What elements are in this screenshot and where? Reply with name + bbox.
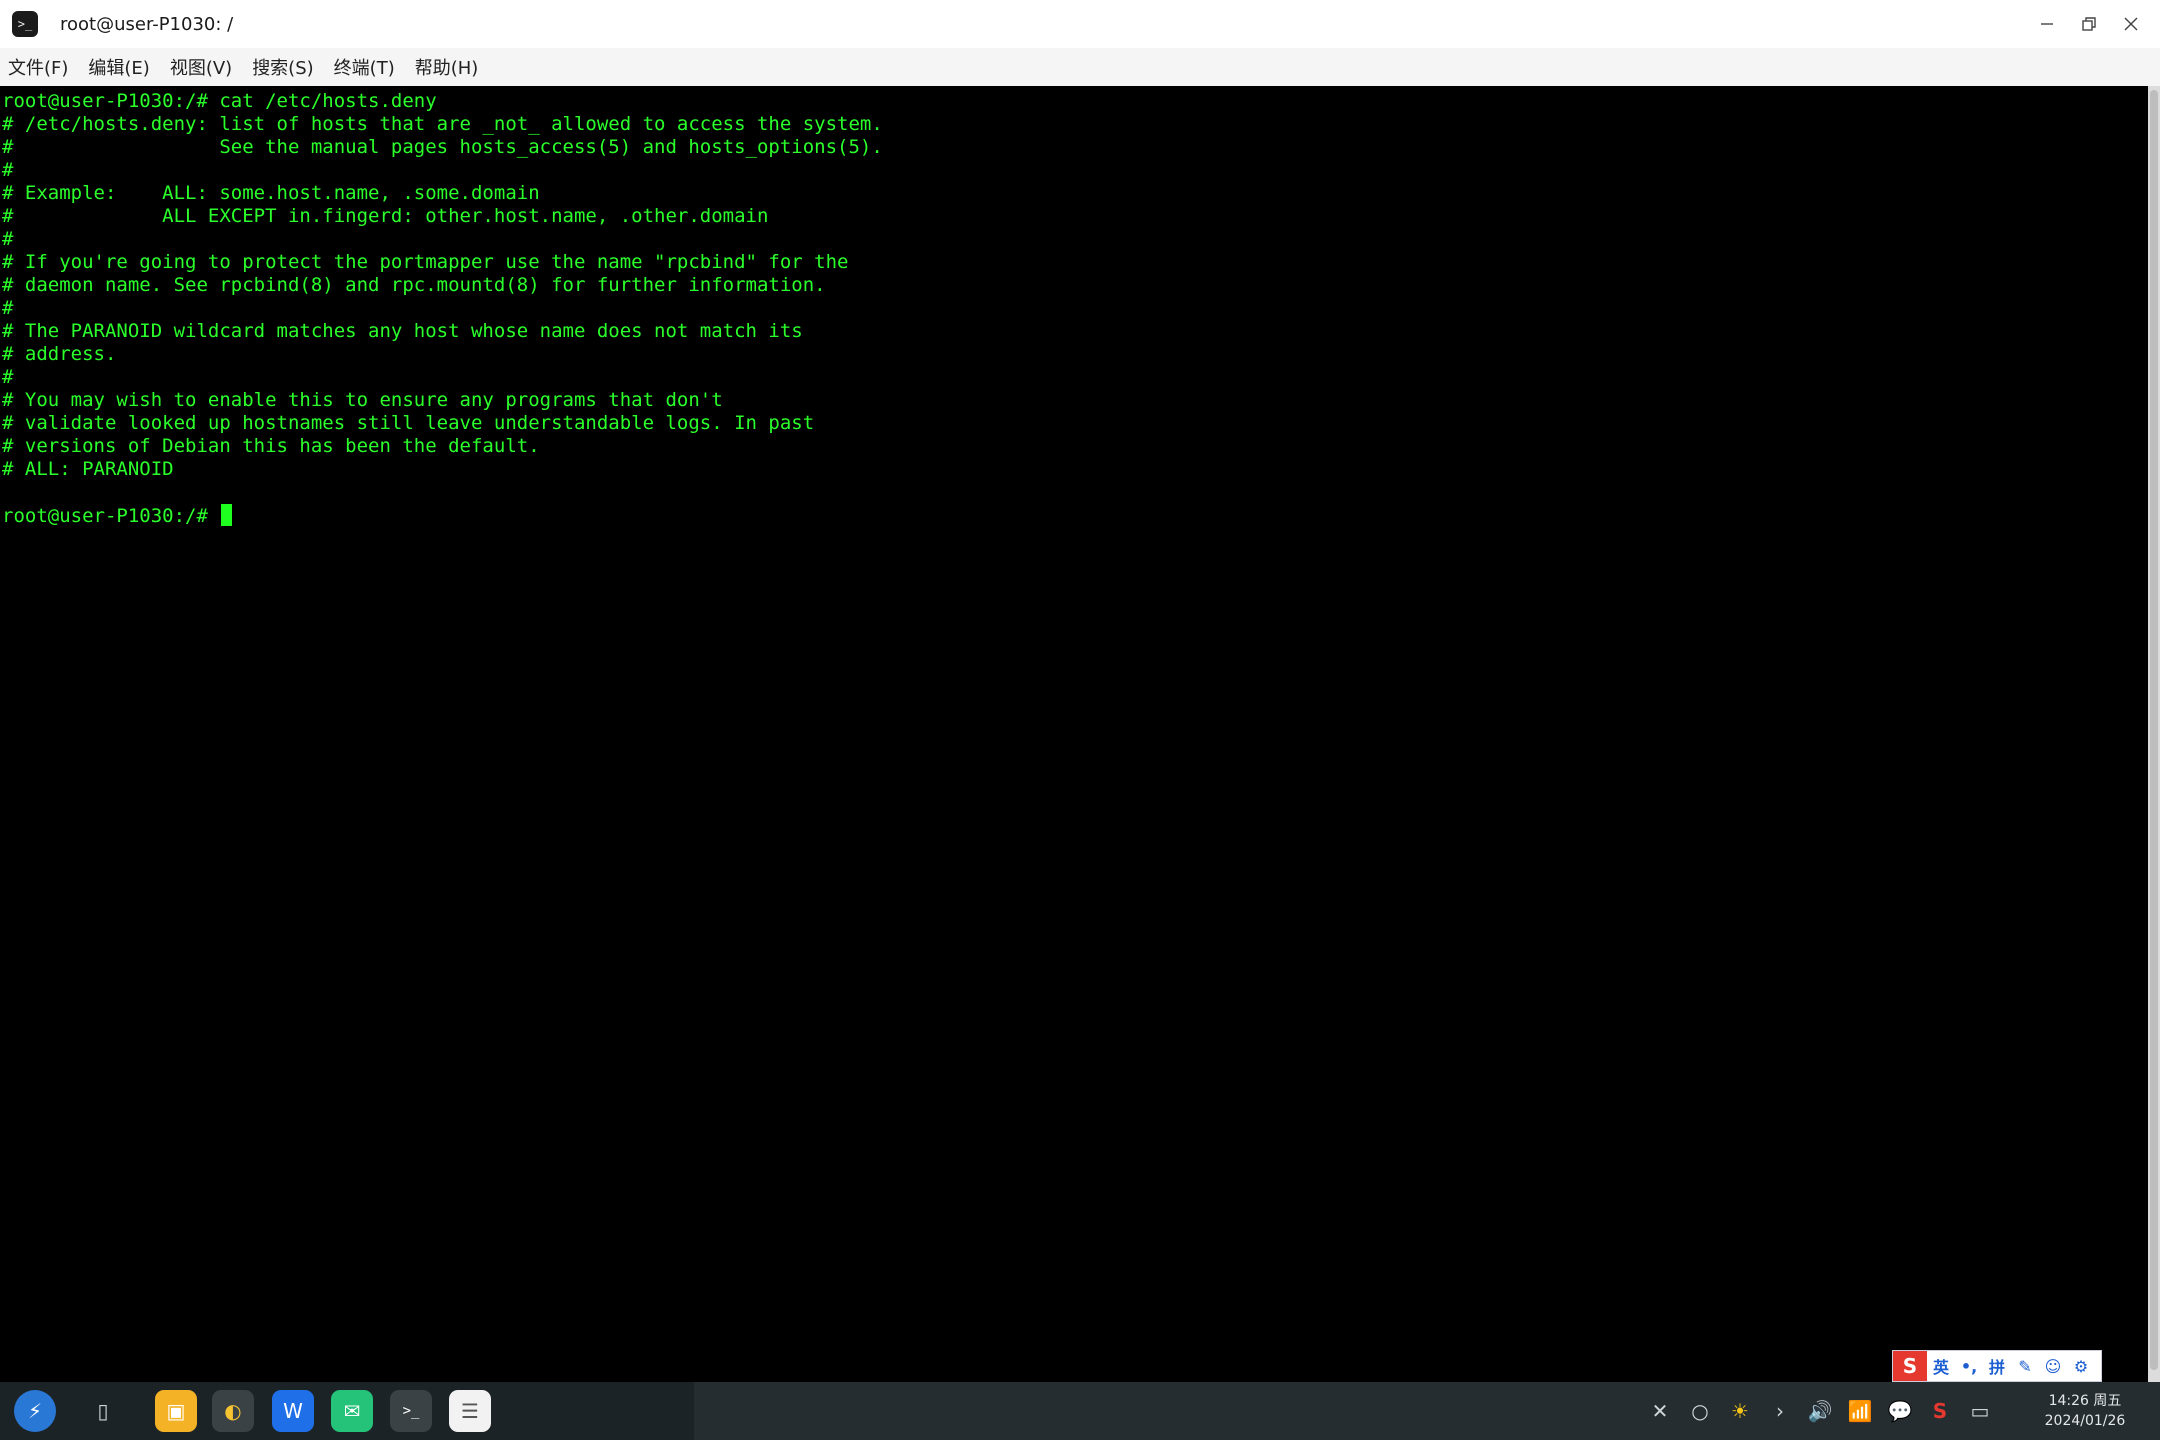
window-controls: [2026, 0, 2152, 48]
terminal-line: # You may wish to enable this to ensure …: [2, 389, 723, 411]
terminal-line: # If you're going to protect the portmap…: [2, 251, 849, 273]
restore-button[interactable]: [2068, 4, 2110, 44]
close-icon: [2124, 17, 2138, 31]
search-icon[interactable]: ○: [1680, 1399, 1720, 1423]
terminal-line: # versions of Debian this has been the d…: [2, 435, 540, 457]
ime-emoji-icon[interactable]: ☺: [2039, 1357, 2067, 1376]
ime-pinyin-mode[interactable]: 拼: [1983, 1354, 2011, 1378]
menu-edit[interactable]: 编辑(E): [80, 54, 157, 80]
terminal-scrollbar[interactable]: [2148, 86, 2160, 1382]
terminal-line: # The PARANOID wildcard matches any host…: [2, 320, 803, 342]
text-editor-icon[interactable]: ☰: [449, 1390, 491, 1432]
system-tray: ✕ ○ ☀ › 🔊 📶 💬 S ▭ 14:26 周五 2024/01/26: [1640, 1382, 2160, 1440]
terminal-line: #: [2, 159, 14, 181]
taskbar: ⚡ ▯ ▣ ◐ W ✉ >_ ☰ ✕ ○ ☀ › 🔊 📶 💬 S ▭ 14:26…: [0, 1382, 2160, 1440]
ime-toolbar: S 英 •, 拼 ✎ ☺ ⚙: [1892, 1350, 2102, 1382]
ime-handwriting-icon[interactable]: ✎: [2011, 1357, 2039, 1376]
menu-search[interactable]: 搜索(S): [244, 54, 321, 80]
close-button[interactable]: [2110, 4, 2152, 44]
terminal-icon[interactable]: >_: [390, 1390, 432, 1432]
window-title: root@user-P1030: /: [60, 13, 234, 35]
restore-icon: [2082, 17, 2096, 31]
terminal-line: # ALL EXCEPT in.fingerd: other.host.name…: [2, 205, 769, 227]
menu-terminal[interactable]: 终端(T): [326, 54, 403, 80]
clock-date: 2024/01/26: [2044, 1413, 2126, 1429]
minimize-icon: [2041, 23, 2053, 25]
terminal-line: #: [2, 366, 14, 388]
terminal-line: # Example: ALL: some.host.name, .some.do…: [2, 182, 540, 204]
brightness-icon[interactable]: ☀: [1720, 1399, 1760, 1423]
text-cursor: [221, 504, 233, 526]
ime-punctuation-toggle[interactable]: •,: [1955, 1357, 1983, 1376]
ime-settings-icon[interactable]: ⚙: [2067, 1357, 2095, 1376]
terminal-line: # ALL: PARANOID: [2, 458, 174, 480]
terminal-prompt: root@user-P1030:/#: [2, 505, 220, 527]
terminal-app-icon: >_: [12, 11, 38, 37]
terminal-text: root@user-P1030:/# cat /etc/hosts.deny #…: [0, 86, 2148, 528]
notification-mute-icon[interactable]: ✕: [1640, 1399, 1680, 1423]
chevron-right-icon[interactable]: ›: [1760, 1399, 1800, 1423]
wps-writer-icon[interactable]: W: [272, 1390, 314, 1432]
battery-icon[interactable]: ▭: [1960, 1399, 2000, 1423]
sogou-ime-tray-icon[interactable]: S: [1920, 1399, 1960, 1423]
clock-time: 14:26 周五: [2048, 1393, 2122, 1409]
ime-language-toggle[interactable]: 英: [1927, 1354, 1955, 1378]
terminal-output[interactable]: root@user-P1030:/# cat /etc/hosts.deny #…: [0, 86, 2148, 1382]
minimize-button[interactable]: [2026, 4, 2068, 44]
terminal-line: # validate looked up hostnames still lea…: [2, 412, 815, 434]
clock[interactable]: 14:26 周五 2024/01/26: [2010, 1391, 2160, 1431]
menu-help[interactable]: 帮助(H): [407, 54, 487, 80]
menu-bar: 文件(F) 编辑(E) 视图(V) 搜索(S) 终端(T) 帮助(H): [0, 48, 2160, 86]
notification-icon[interactable]: 💬: [1880, 1399, 1920, 1423]
multitask-view-icon[interactable]: ▯: [82, 1390, 124, 1432]
terminal-line: #: [2, 297, 14, 319]
sogou-ime-logo-icon[interactable]: S: [1893, 1351, 1927, 1381]
terminal-line: # See the manual pages hosts_access(5) a…: [2, 136, 883, 158]
terminal-line: # daemon name. See rpcbind(8) and rpc.mo…: [2, 274, 826, 296]
terminal-line: root@user-P1030:/# cat /etc/hosts.deny: [2, 90, 437, 112]
messenger-icon[interactable]: ✉: [331, 1390, 373, 1432]
terminal-line: # /etc/hosts.deny: list of hosts that ar…: [2, 113, 883, 135]
browser-icon[interactable]: ◐: [212, 1390, 254, 1432]
terminal-line: #: [2, 228, 14, 250]
wifi-icon[interactable]: 📶: [1840, 1399, 1880, 1423]
file-manager-icon[interactable]: ▣: [155, 1390, 197, 1432]
volume-icon[interactable]: 🔊: [1800, 1399, 1840, 1423]
menu-view[interactable]: 视图(V): [162, 54, 240, 80]
window-titlebar: >_ root@user-P1030: /: [0, 0, 2160, 48]
launcher-icon[interactable]: ⚡: [14, 1390, 56, 1432]
menu-file[interactable]: 文件(F): [0, 54, 76, 80]
terminal-line: # address.: [2, 343, 117, 365]
scrollbar-thumb[interactable]: [2150, 90, 2158, 1370]
